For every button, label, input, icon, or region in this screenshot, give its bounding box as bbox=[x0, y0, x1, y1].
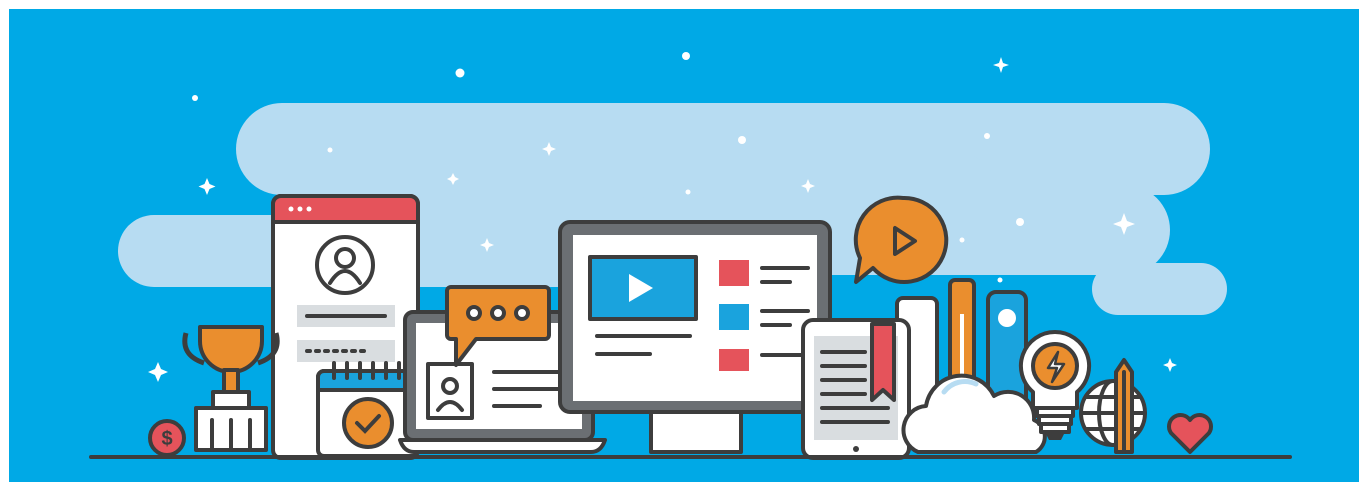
tablet-ebook-icon bbox=[801, 318, 911, 460]
heart-icon bbox=[1167, 413, 1213, 454]
sparkle-icon bbox=[1163, 358, 1177, 372]
star-dot bbox=[455, 68, 465, 78]
svg-text:$: $ bbox=[161, 428, 172, 450]
star-dot bbox=[1016, 218, 1024, 226]
star-dot bbox=[959, 237, 965, 243]
user-avatar-icon bbox=[315, 235, 375, 295]
cloud-pill-right bbox=[1092, 263, 1227, 315]
pencil-icon bbox=[1114, 358, 1134, 454]
play-video-icon bbox=[588, 255, 698, 321]
sparkle-icon bbox=[198, 178, 216, 195]
illustration-canvas: .ol { stroke: #3d3d3d; stroke-width: 4; … bbox=[89, 52, 1292, 460]
star-dot bbox=[327, 147, 333, 153]
star-dot bbox=[192, 95, 198, 101]
trophy-icon bbox=[182, 325, 280, 452]
hero-illustration-banner: .ol { stroke: #3d3d3d; stroke-width: 4; … bbox=[9, 9, 1359, 482]
star-dot bbox=[984, 133, 990, 139]
star-dot bbox=[738, 136, 746, 144]
star-dot bbox=[685, 189, 691, 195]
play-speech-bubble-icon bbox=[853, 195, 949, 284]
bookmark-icon bbox=[870, 322, 896, 402]
star-dot bbox=[682, 52, 690, 60]
star-dot bbox=[997, 277, 1003, 283]
sparkle-icon bbox=[148, 362, 168, 382]
coin-dollar-icon: $ bbox=[148, 419, 186, 457]
sparkle-icon bbox=[993, 57, 1009, 73]
globe-icon bbox=[1079, 379, 1147, 447]
desktop-monitor-icon bbox=[558, 220, 832, 454]
